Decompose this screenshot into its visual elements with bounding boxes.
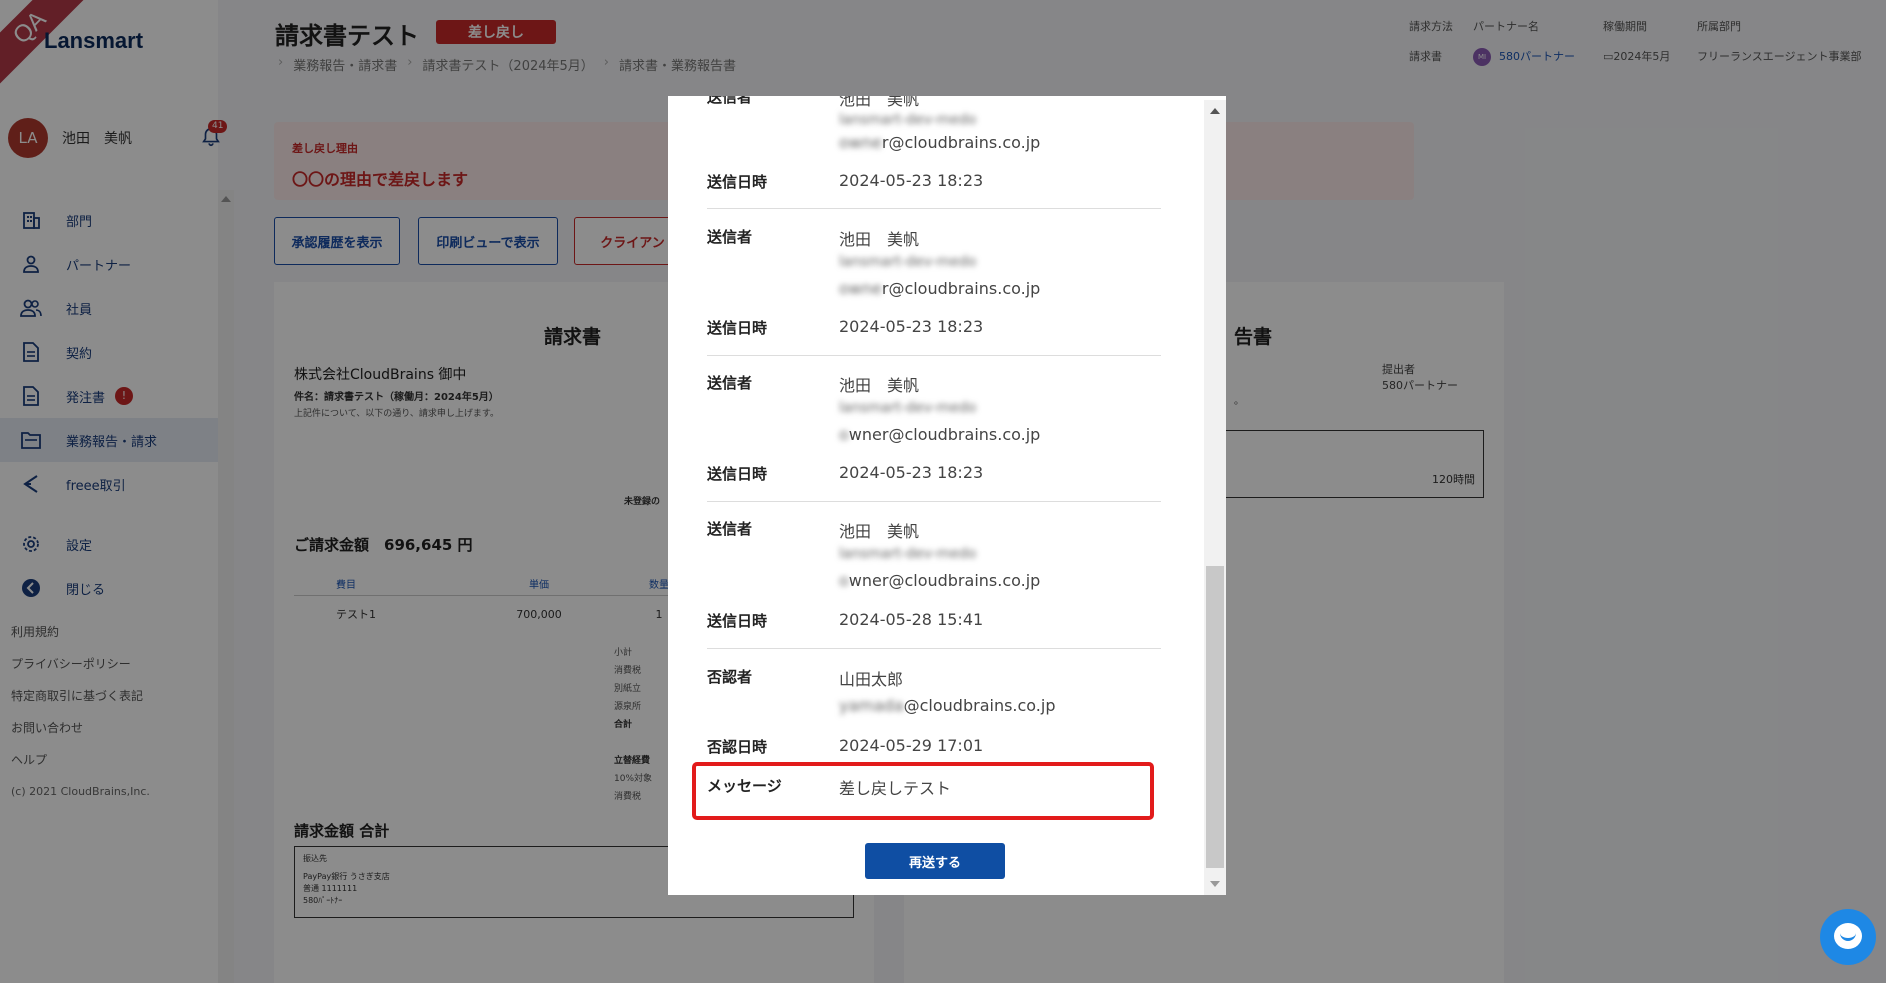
rejector-email: yamada@cloudbrains.co.jp xyxy=(839,696,1056,715)
sent-date-label: 送信日時 xyxy=(707,612,768,630)
sent-date-label: 送信日時 xyxy=(707,319,768,337)
reject-date-label: 否認日時 xyxy=(707,738,768,756)
sender-email: owner@cloudbrains.co.jp xyxy=(839,279,1041,298)
sender-label: 送信者 xyxy=(707,96,753,106)
sender-email: owner@cloudbrains.co.jp xyxy=(839,425,1041,444)
sender-label: 送信者 xyxy=(707,374,753,392)
sent-date-label: 送信日時 xyxy=(707,465,768,483)
scroll-down-arrow[interactable] xyxy=(1210,881,1220,887)
approval-history-modal: 送信者 池田 美帆 lansmart-dev-medo owner@cloudb… xyxy=(668,96,1226,895)
sender-label: 送信者 xyxy=(707,520,753,538)
resend-button[interactable]: 再送する xyxy=(865,843,1005,879)
message-label: メッセージ xyxy=(707,777,782,795)
sender-org: lansmart-dev-medo xyxy=(839,112,977,128)
rejector-name: 山田太郎 xyxy=(839,670,904,689)
sent-date: 2024-05-23 18:23 xyxy=(839,317,984,336)
sender-email: owner@cloudbrains.co.jp xyxy=(839,571,1041,590)
sender-org: lansmart-dev-medo xyxy=(839,400,977,416)
sender-org: lansmart-dev-medo xyxy=(839,546,977,562)
modal-scrollbar[interactable] xyxy=(1204,100,1226,895)
sender-name: 池田 美帆 xyxy=(839,376,920,395)
chat-button[interactable] xyxy=(1820,909,1876,965)
sent-date: 2024-05-23 18:23 xyxy=(839,171,984,190)
scroll-up-arrow[interactable] xyxy=(1210,108,1220,114)
sent-date: 2024-05-23 18:23 xyxy=(839,463,984,482)
message-text: 差し戻しテスト xyxy=(839,779,952,798)
reject-date: 2024-05-29 17:01 xyxy=(839,736,984,755)
sender-name: 池田 美帆 xyxy=(839,230,920,249)
sender-email: owner@cloudbrains.co.jp xyxy=(839,133,1041,152)
sender-label: 送信者 xyxy=(707,228,753,246)
sender-name: 池田 美帆 xyxy=(839,96,920,109)
rejector-label: 否認者 xyxy=(707,668,753,686)
scroll-thumb[interactable] xyxy=(1206,566,1224,868)
sent-date: 2024-05-28 15:41 xyxy=(839,610,984,629)
sender-name: 池田 美帆 xyxy=(839,522,920,541)
sender-org: lansmart-dev-medo xyxy=(839,254,977,270)
sent-date-label: 送信日時 xyxy=(707,173,768,191)
